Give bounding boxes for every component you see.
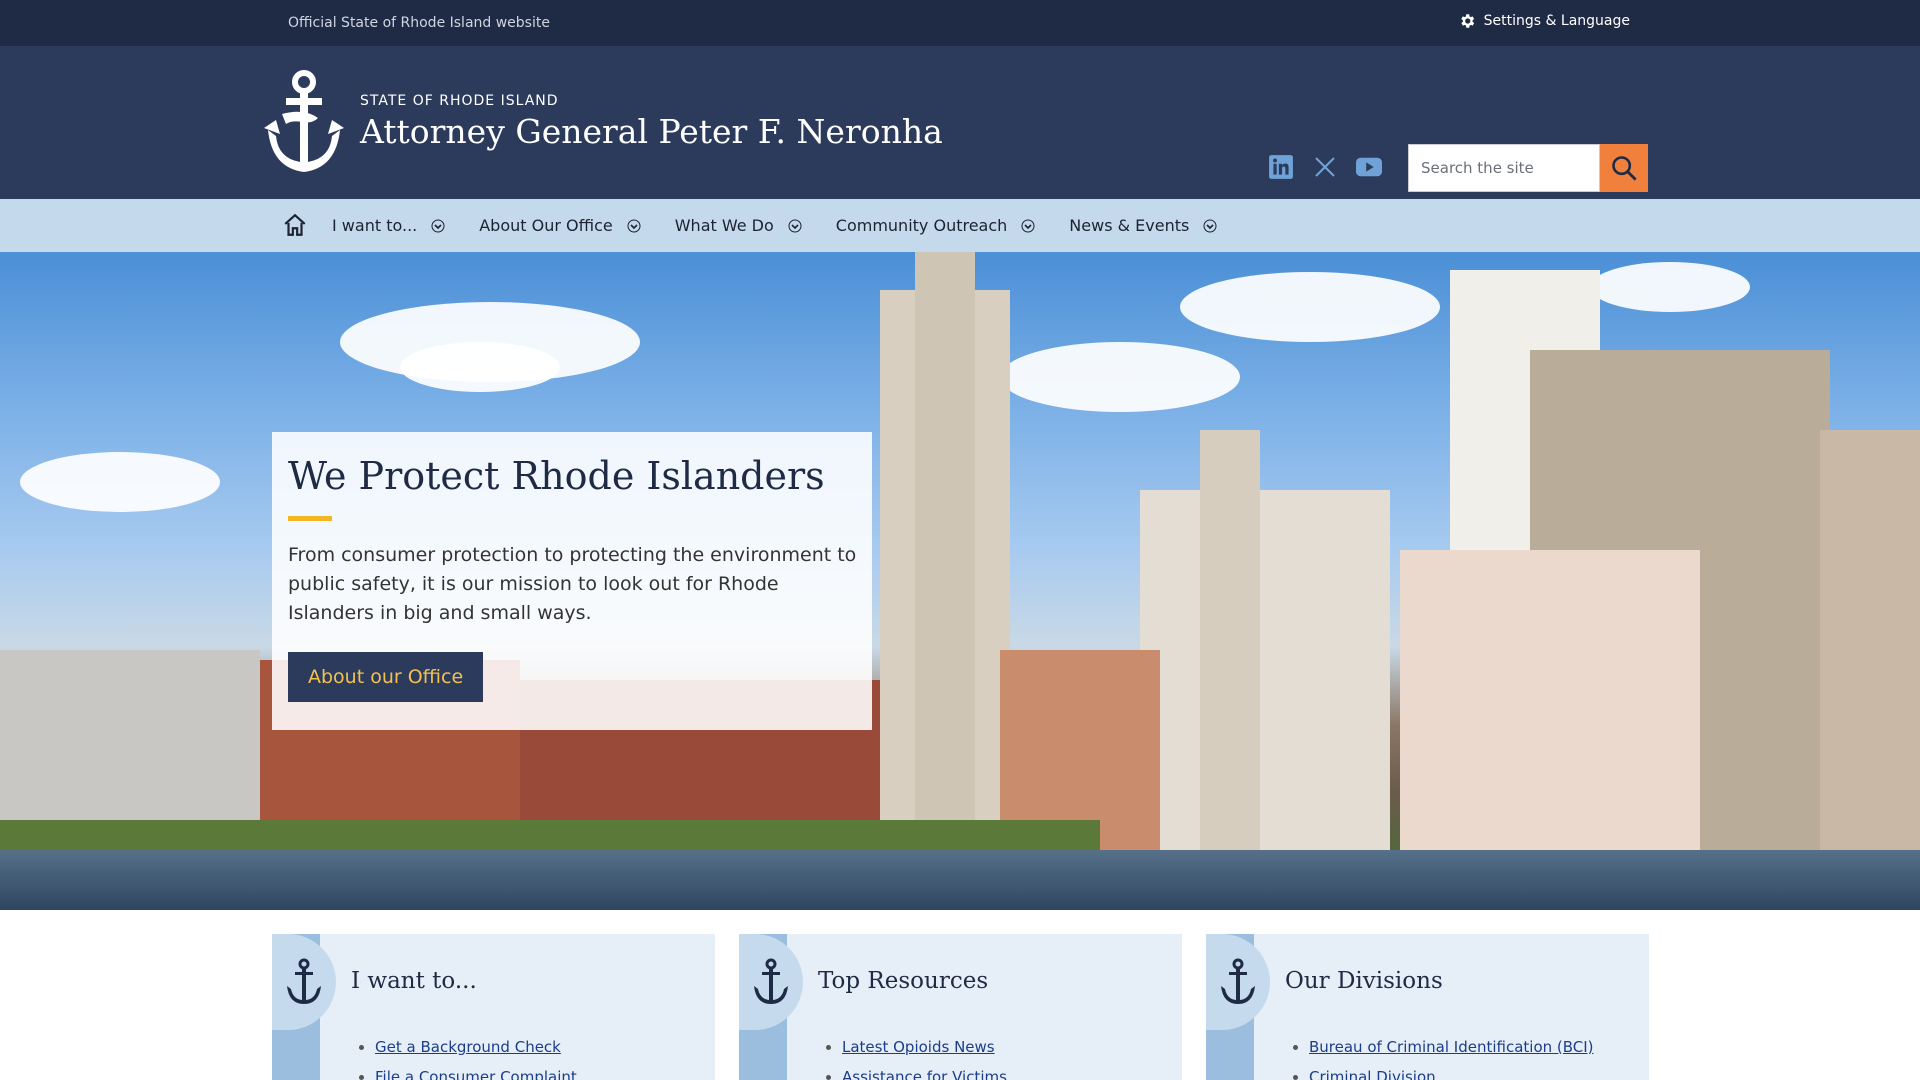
- anchor-icon: [1221, 958, 1255, 1004]
- bci-link[interactable]: Bureau of Criminal Identification (BCI): [1309, 1038, 1594, 1056]
- hero-card: We Protect Rhode Islanders From consumer…: [272, 432, 872, 730]
- hero-image-building: [1200, 430, 1260, 850]
- top-bar: Official State of Rhode Island website S…: [0, 0, 1920, 46]
- gear-icon: [1460, 14, 1474, 28]
- x-icon[interactable]: [1312, 154, 1338, 180]
- nav-item-about-our-office[interactable]: About Our Office: [479, 216, 641, 235]
- list-item: Bureau of Criminal Identification (BCI): [1309, 1032, 1594, 1062]
- hero-image-cloud: [1000, 342, 1240, 412]
- card-link-list: Latest Opioids News Assistance for Victi…: [842, 1032, 1007, 1080]
- anchor-icon: [287, 958, 321, 1004]
- hero-image-building: [1140, 490, 1390, 850]
- list-item: Criminal Division: [1309, 1062, 1594, 1080]
- hero-image-cloud: [400, 342, 560, 392]
- settings-language-label: Settings & Language: [1483, 13, 1630, 29]
- card-our-divisions: Our Divisions Bureau of Criminal Identif…: [1206, 934, 1649, 1080]
- hero-body: From consumer protection to protecting t…: [288, 544, 857, 624]
- site-header: STATE OF RHODE ISLAND Attorney General P…: [0, 46, 1920, 199]
- search-button[interactable]: [1600, 144, 1648, 192]
- background-check-link[interactable]: Get a Background Check: [375, 1038, 561, 1056]
- nav-item-i-want-to[interactable]: I want to...: [332, 216, 445, 235]
- chevron-down-icon[interactable]: [627, 219, 641, 233]
- search-form: [1408, 144, 1648, 192]
- hero-image-building: [915, 252, 975, 850]
- nav-item-community-outreach[interactable]: Community Outreach: [836, 216, 1036, 235]
- chevron-down-icon[interactable]: [1203, 219, 1217, 233]
- card-badge: [272, 934, 336, 1030]
- hero-image-building: [1820, 430, 1920, 850]
- quick-links-cards: I want to... Get a Background Check File…: [272, 934, 1649, 1080]
- anchor-logo-icon[interactable]: [262, 68, 346, 178]
- youtube-icon[interactable]: [1356, 154, 1382, 180]
- nav-menu: I want to... About Our Office What We Do…: [332, 199, 1251, 252]
- state-name: STATE OF RHODE ISLAND: [360, 93, 559, 109]
- search-icon: [1612, 156, 1637, 181]
- social-links: [1268, 154, 1382, 180]
- settings-language-button[interactable]: Settings & Language: [1458, 12, 1630, 30]
- criminal-division-link[interactable]: Criminal Division: [1309, 1068, 1436, 1080]
- list-item: Get a Background Check: [375, 1032, 577, 1062]
- hero-image-cloud: [20, 452, 220, 512]
- nav-item-what-we-do[interactable]: What We Do: [675, 216, 802, 235]
- hero-heading: We Protect Rhode Islanders: [288, 454, 825, 498]
- card-title: Top Resources: [818, 968, 989, 994]
- main-nav: I want to... About Our Office What We Do…: [0, 199, 1920, 252]
- consumer-complaint-link[interactable]: File a Consumer Complaint: [375, 1068, 577, 1080]
- chevron-down-icon[interactable]: [1021, 219, 1035, 233]
- card-top-resources: Top Resources Latest Opioids News Assist…: [739, 934, 1182, 1080]
- anchor-icon: [754, 958, 788, 1004]
- hero-image-river: [0, 850, 1920, 910]
- home-icon[interactable]: [282, 212, 308, 238]
- list-item: File a Consumer Complaint: [375, 1062, 577, 1080]
- hero-accent-bar: [288, 516, 332, 521]
- chevron-down-icon[interactable]: [431, 219, 445, 233]
- card-badge: [739, 934, 803, 1030]
- hero-image-building: [1400, 550, 1700, 850]
- linkedin-icon[interactable]: [1268, 154, 1294, 180]
- site-title[interactable]: Attorney General Peter F. Neronha: [360, 112, 943, 151]
- card-title: Our Divisions: [1285, 968, 1443, 994]
- chevron-down-icon[interactable]: [788, 219, 802, 233]
- hero-image-cloud: [1180, 272, 1440, 342]
- card-title: I want to...: [351, 968, 477, 994]
- hero-image-cloud: [1590, 262, 1750, 312]
- victim-assistance-link[interactable]: Assistance for Victims: [842, 1068, 1007, 1080]
- card-badge: [1206, 934, 1270, 1030]
- list-item: Assistance for Victims: [842, 1062, 1007, 1080]
- card-link-list: Bureau of Criminal Identification (BCI) …: [1309, 1032, 1594, 1080]
- about-our-office-button[interactable]: About our Office: [288, 652, 484, 702]
- official-site-text: Official State of Rhode Island website: [288, 15, 550, 31]
- hero-banner: We Protect Rhode Islanders From consumer…: [0, 252, 1920, 910]
- card-i-want-to: I want to... Get a Background Check File…: [272, 934, 715, 1080]
- opioids-news-link[interactable]: Latest Opioids News: [842, 1038, 995, 1056]
- search-input[interactable]: [1408, 144, 1600, 192]
- card-link-list: Get a Background Check File a Consumer C…: [375, 1032, 577, 1080]
- list-item: Latest Opioids News: [842, 1032, 1007, 1062]
- nav-item-news-events[interactable]: News & Events: [1069, 216, 1217, 235]
